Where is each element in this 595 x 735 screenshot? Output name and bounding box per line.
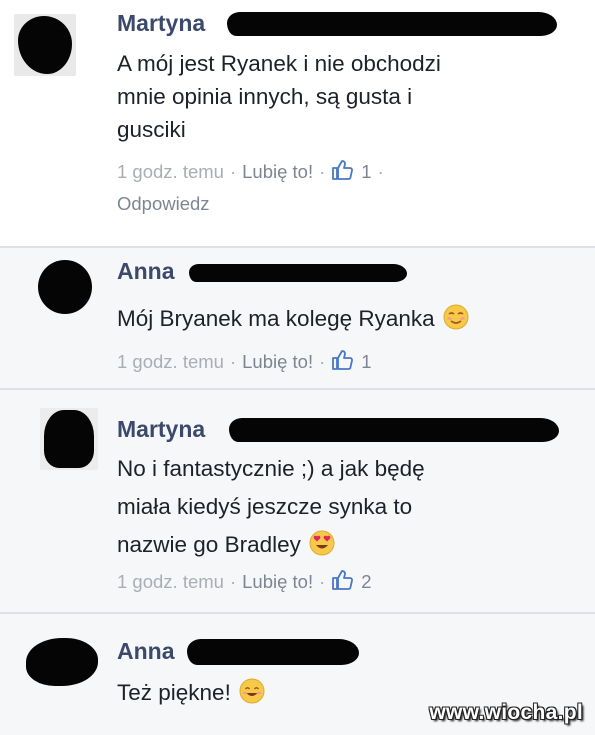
comment-text-line: miała kiedyś jeszcze synka to [117, 494, 413, 519]
thumbs-up-icon[interactable] [331, 349, 354, 371]
thumbs-up-icon[interactable] [331, 159, 354, 181]
redacted-avatar [38, 260, 92, 314]
comment-text-line: gusciki [117, 117, 186, 142]
comment-anna-1: Anna Mój Bryanek ma kolegę Ryanka 1 godz… [0, 248, 595, 388]
comment-martyna-2: Martyna No i fantastycznie ;) a jak będę… [0, 390, 595, 612]
comment-text-line: A mój jest Ryanek i nie obchodzi [117, 51, 441, 76]
redacted-surname [229, 418, 559, 442]
author-name[interactable]: Martyna [117, 414, 205, 444]
redacted-surname [189, 264, 407, 282]
reply-button[interactable]: Odpowiedz [117, 190, 210, 218]
heart-eyes-emoji-icon [309, 530, 335, 556]
comment-text-line: mnie opinia innych, są gusta i [117, 84, 413, 109]
redacted-surname [187, 639, 359, 665]
reply-label[interactable]: Odpowiedz [117, 193, 210, 214]
smiling-emoji-icon [239, 678, 265, 704]
avatar[interactable] [26, 636, 98, 688]
like-count: 1 [361, 351, 372, 372]
redacted-avatar [44, 410, 94, 468]
avatar[interactable] [36, 258, 94, 316]
comment-text-line: Mój Bryanek ma kolegę Ryanka [117, 306, 435, 331]
relieved-emoji-icon [443, 304, 469, 330]
comment-meta: 1 godz. temu · Lubię to! · 1 [117, 349, 372, 372]
avatar[interactable] [14, 14, 76, 76]
comment-header: Anna [117, 636, 359, 666]
like-button[interactable]: Lubię to! [242, 161, 313, 182]
author-name[interactable]: Anna [117, 636, 175, 666]
redacted-avatar [26, 638, 98, 686]
timestamp[interactable]: 1 godz. temu [117, 351, 224, 372]
like-button[interactable]: Lubię to! [242, 571, 313, 592]
like-count: 1 [361, 161, 372, 182]
redacted-surname [227, 12, 557, 36]
redacted-avatar [18, 16, 72, 74]
like-count: 2 [361, 571, 372, 592]
comment-text-line: nazwie go Bradley [117, 532, 301, 557]
watermark: www.wiocha.pl [429, 701, 583, 724]
timestamp[interactable]: 1 godz. temu [117, 161, 224, 182]
author-name[interactable]: Martyna [117, 8, 205, 38]
comment-text-line: Też piękne! [117, 680, 231, 705]
comment-header: Martyna [117, 414, 559, 444]
comment-text: A mój jest Ryanek i nie obchodzi mnie op… [117, 47, 557, 146]
comment-text-line: No i fantastycznie ;) a jak będę [117, 456, 425, 481]
author-name[interactable]: Anna [117, 256, 175, 286]
comment-meta: 1 godz. temu · Lubię to! · 1 · [117, 159, 384, 182]
comment-header: Anna [117, 256, 407, 286]
like-button[interactable]: Lubię to! [242, 351, 313, 372]
comment-martyna-1: Martyna A mój jest Ryanek i nie obchodzi… [0, 0, 595, 246]
timestamp[interactable]: 1 godz. temu [117, 571, 224, 592]
comment-meta: 1 godz. temu · Lubię to! · 2 [117, 569, 372, 592]
comment-text: No i fantastycznie ;) a jak będę miała k… [117, 450, 557, 564]
thumbs-up-icon[interactable] [331, 569, 354, 591]
comment-header: Martyna [117, 8, 557, 38]
comment-text: Mój Bryanek ma kolegę Ryanka [117, 302, 557, 335]
avatar[interactable] [40, 408, 98, 470]
